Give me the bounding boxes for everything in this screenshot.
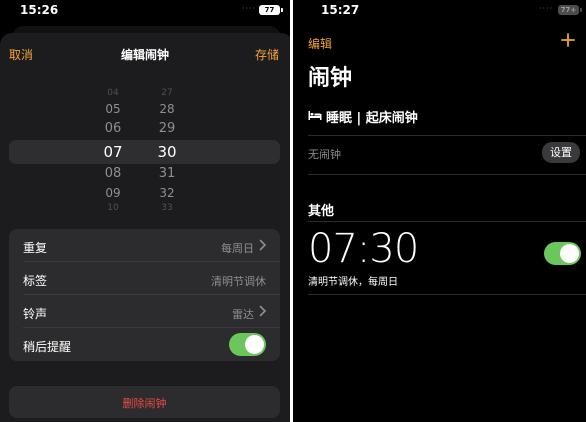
hour-option-selected[interactable]: 07 [95,143,131,161]
row-divider [308,221,586,222]
sound-row[interactable]: 铃声 雷达 [9,295,280,328]
tag-label: 标签 [23,274,48,288]
sound-label: 铃声 [23,307,48,321]
hour-option[interactable]: 04 [95,88,131,98]
status-bar: 15:26 ···· 77 [0,0,293,22]
minute-option[interactable]: 32 [149,186,185,200]
snooze-label: 稍后提醒 [23,340,72,354]
other-section-header: 其他 [308,204,335,219]
plus-icon[interactable] [561,33,575,47]
alarm-label: 清明节调休，每周日 [308,277,398,288]
alarm-settings-list: 重复 每周日 标签 清明节调休 铃声 雷达 稍后提醒 [9,229,280,361]
tag-value: 清明节调休 [211,275,266,288]
hour-option[interactable]: 05 [95,102,131,116]
alarm-list-screen: 15:27 ···· 77+ 编辑 闹钟 睡眠 | 起床闹钟 无闹钟 设置 其他… [293,0,586,422]
label-row[interactable]: 标签 清明节调休 [9,262,280,295]
row-divider [308,174,586,175]
battery-icon: 77+ [558,5,582,15]
status-time: 15:26 [20,3,59,17]
page-title: 闹钟 [308,66,353,91]
signal-icon: ···· [242,4,257,13]
hour-option[interactable]: 08 [95,166,131,181]
repeat-label: 重复 [23,241,48,255]
row-divider [308,294,586,295]
snooze-toggle[interactable] [229,333,266,356]
toggle-knob [245,335,264,354]
picker-selection-band [9,140,280,164]
status-time: 15:27 [321,3,360,17]
page-title: 编辑闹钟 [120,48,169,62]
signal-icon: ···· [539,4,554,13]
set-sleep-button[interactable]: 设置 [542,142,580,163]
repeat-row[interactable]: 重复 每周日 [9,229,280,262]
chevron-right-icon [259,239,267,251]
delete-alarm-button[interactable]: 删除闹钟 [9,386,280,418]
edit-button[interactable]: 编辑 [308,35,332,52]
row-divider [308,135,586,136]
delete-alarm-label: 删除闹钟 [122,397,167,410]
alarm-toggle[interactable] [544,242,581,265]
chevron-right-icon [259,305,267,317]
hour-option[interactable]: 10 [95,203,131,213]
edit-sheet [0,33,293,422]
minute-option[interactable]: 31 [149,166,185,181]
minute-option[interactable]: 27 [149,88,185,98]
save-button[interactable]: 存储 [255,46,279,63]
edit-alarm-screen: 15:26 ···· 77 取消 编辑闹钟 存储 04 05 06 07 08 … [0,0,293,422]
minute-option[interactable]: 29 [149,121,185,136]
hour-option[interactable]: 06 [95,121,131,136]
bed-icon [308,111,322,120]
alarm-time: 07:30 [308,226,419,272]
hour-option[interactable]: 09 [95,186,131,200]
minute-option-selected[interactable]: 30 [149,143,185,161]
snooze-row: 稍后提醒 [9,328,280,361]
sound-value: 雷达 [232,308,254,321]
repeat-value: 每周日 [221,242,254,255]
battery-icon: 77 [259,5,283,15]
no-alarm-text: 无闹钟 [308,148,341,161]
status-bar: 15:27 ···· 77+ [293,0,586,22]
minute-option[interactable]: 33 [149,203,185,213]
toggle-knob [560,244,579,263]
minute-option[interactable]: 28 [149,102,185,116]
sleep-section-label: 睡眠 | 起床闹钟 [326,111,418,126]
